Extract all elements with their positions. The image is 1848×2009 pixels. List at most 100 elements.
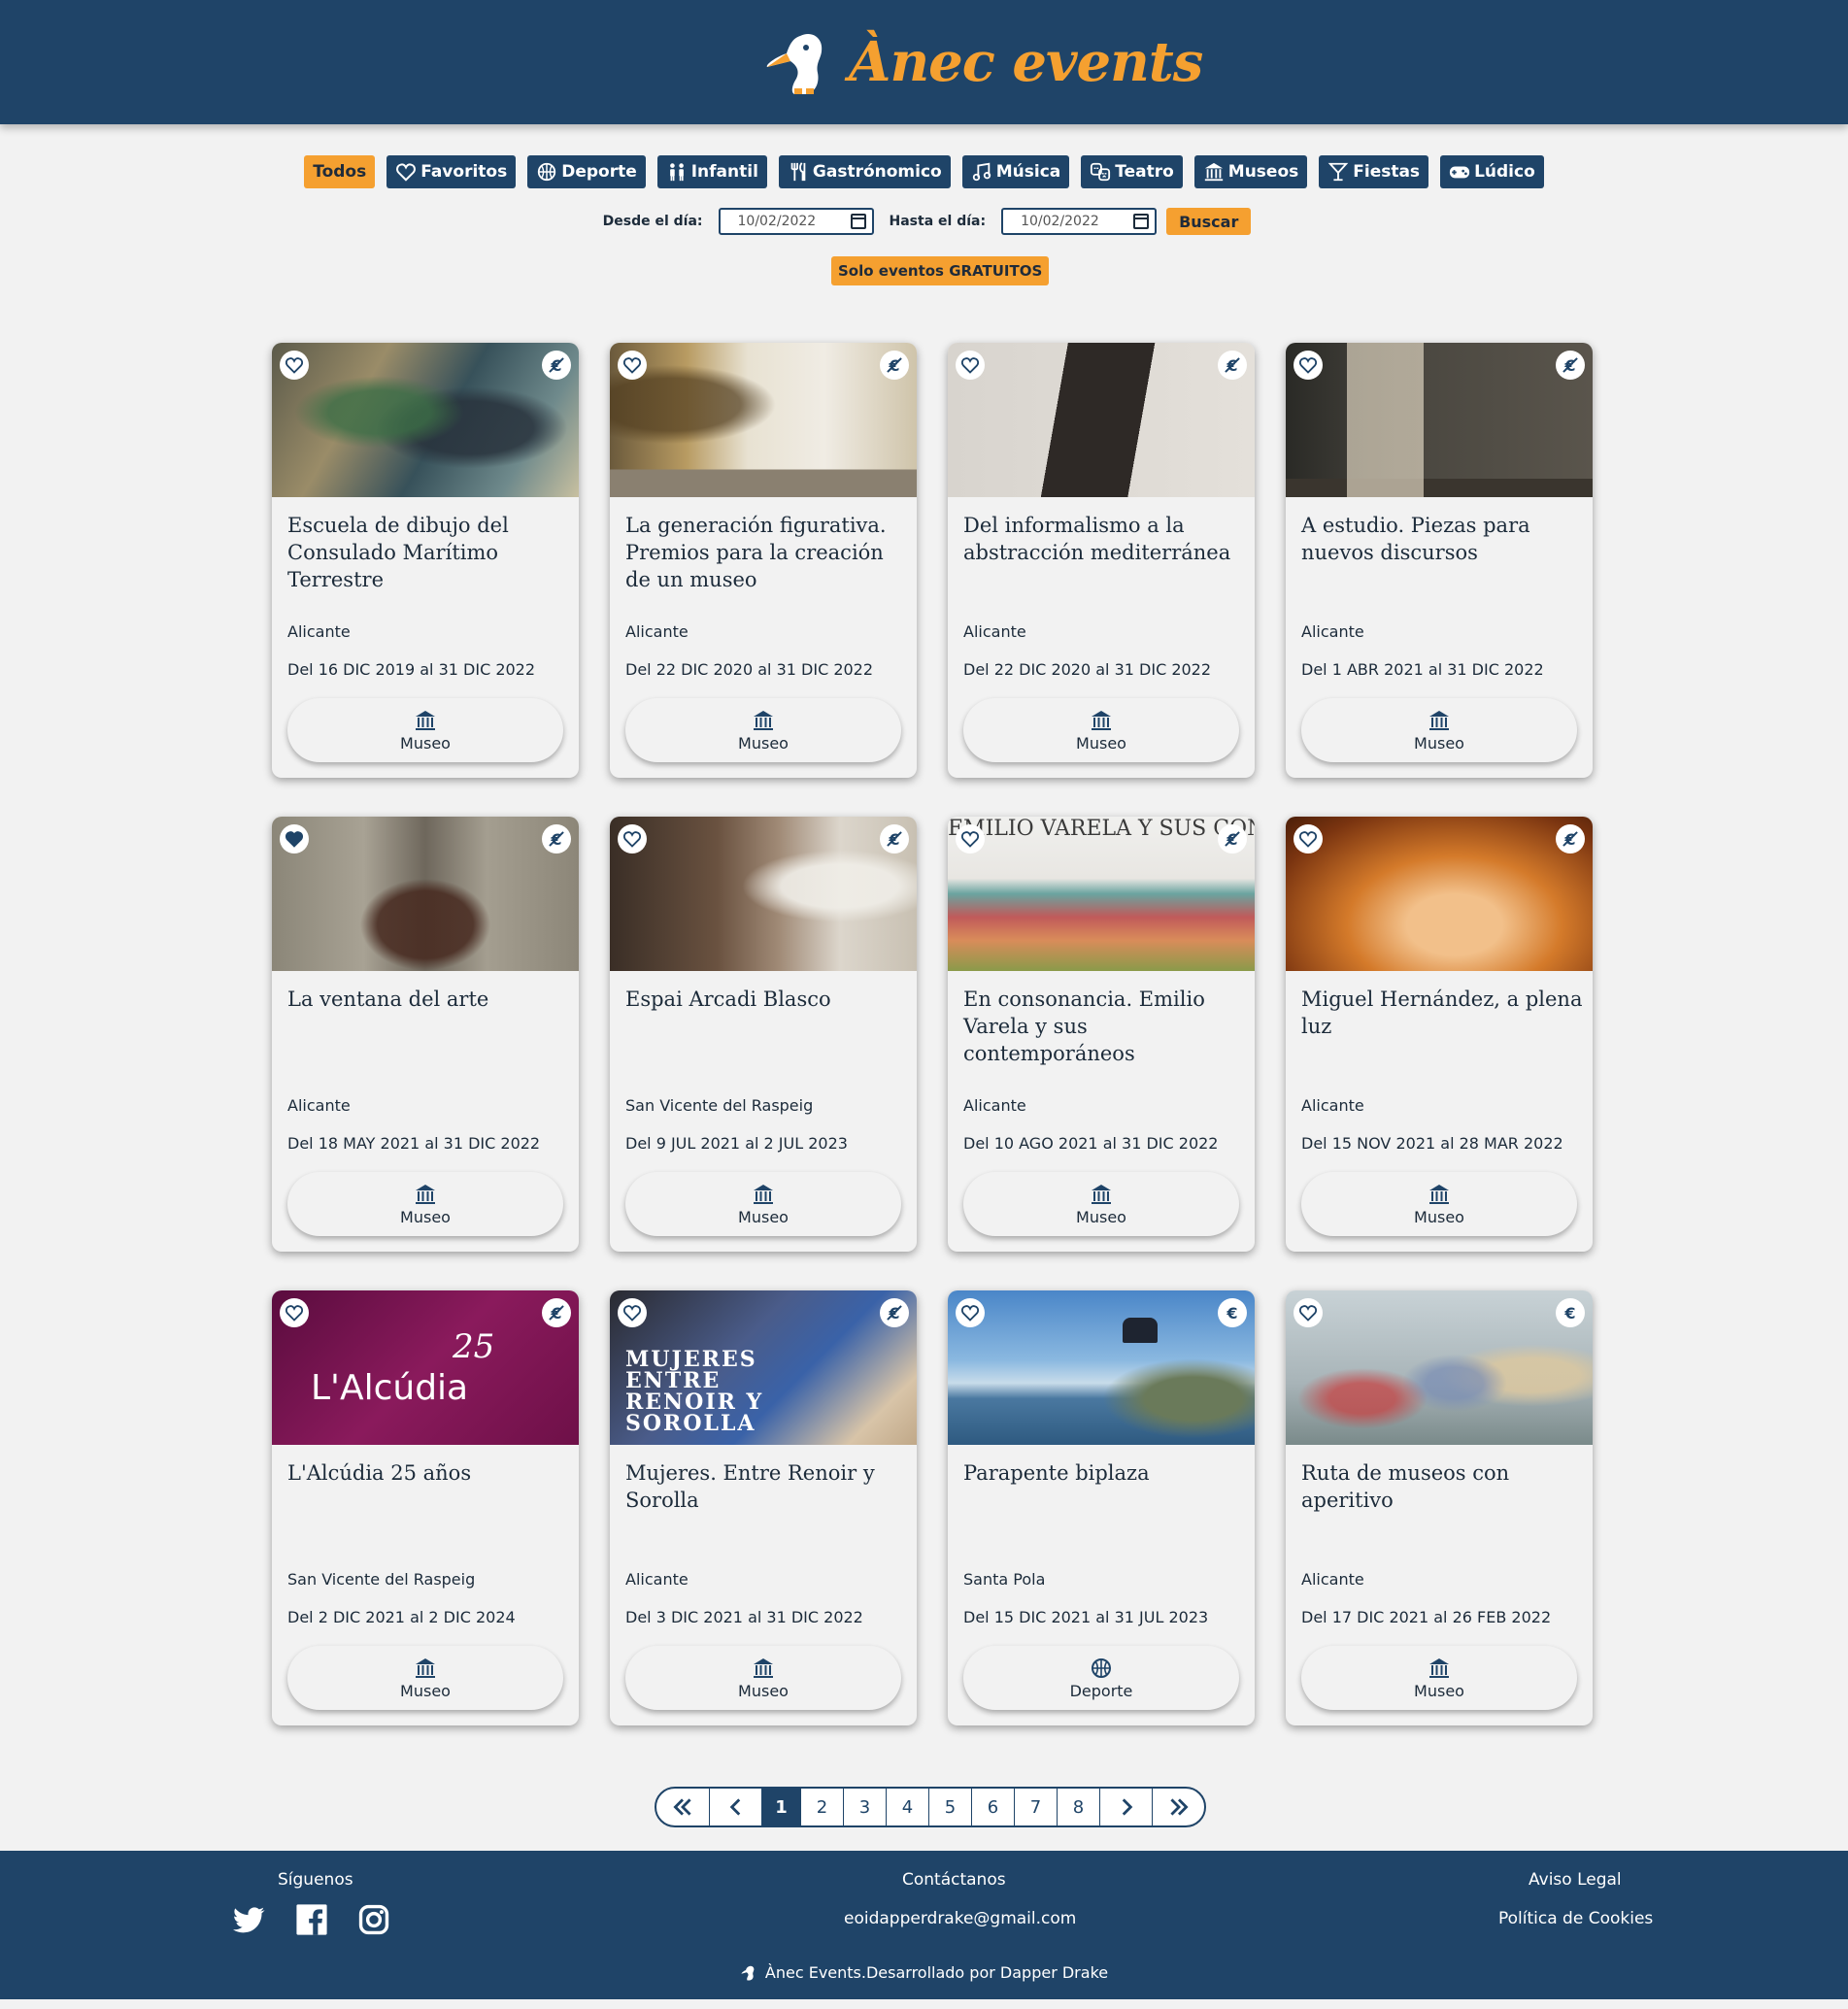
category-button[interactable]: Museo: [963, 698, 1239, 762]
page-button-current[interactable]: 1: [761, 1789, 800, 1825]
follow-heading: Síguenos: [278, 1870, 353, 1890]
favorite-button[interactable]: [280, 1298, 309, 1327]
page-button[interactable]: 6: [971, 1789, 1014, 1825]
legal-notice-link[interactable]: Aviso Legal: [1529, 1870, 1622, 1890]
from-date-value: 10/02/2022: [737, 214, 817, 229]
chip-ludico[interactable]: Lúdico: [1440, 155, 1544, 188]
heart-outline-icon: [1298, 1305, 1318, 1322]
favorite-button[interactable]: [1294, 824, 1323, 854]
heart-outline-icon: [622, 1305, 642, 1322]
event-title[interactable]: La generación figurativa. Premios para l…: [625, 512, 907, 593]
brand-logo[interactable]: Ànec events: [761, 23, 1203, 101]
event-title[interactable]: En consonancia. Emilio Varela y sus cont…: [963, 986, 1245, 1067]
free-euro-icon: €: [880, 351, 909, 380]
page-button[interactable]: 5: [928, 1789, 971, 1825]
favorite-button[interactable]: [1294, 351, 1323, 380]
event-title[interactable]: Escuela de dibujo del Consulado Marítimo…: [287, 512, 569, 593]
favorite-button[interactable]: [956, 1298, 985, 1327]
event-title[interactable]: Mujeres. Entre Renoir y Sorolla: [625, 1459, 907, 1514]
from-date-input[interactable]: 10/02/2022: [718, 208, 874, 235]
event-title[interactable]: Miguel Hernández, a plena luz: [1301, 986, 1583, 1040]
category-button[interactable]: Museo: [287, 1646, 563, 1710]
free-euro-icon: €: [1218, 824, 1247, 854]
event-card[interactable]: € Del informalismo a la abstracción medi…: [948, 343, 1255, 778]
next-page-button[interactable]: [1099, 1789, 1152, 1825]
event-title[interactable]: La ventana del arte: [287, 986, 569, 1013]
chip-teatro[interactable]: Teatro: [1081, 155, 1183, 188]
page-button[interactable]: 4: [886, 1789, 928, 1825]
event-card[interactable]: MUJERES ENTRE RENOIR Y SOROLLA € Mujeres…: [610, 1290, 917, 1725]
free-events-toggle[interactable]: Solo eventos GRATUITOS: [831, 256, 1050, 285]
chip-deporte[interactable]: Deporte: [527, 155, 646, 188]
category-button[interactable]: Museo: [287, 1172, 563, 1236]
page-button[interactable]: 2: [800, 1789, 843, 1825]
event-title[interactable]: Del informalismo a la abstracción medite…: [963, 512, 1245, 566]
event-title[interactable]: Ruta de museos con aperitivo: [1301, 1459, 1583, 1514]
category-button[interactable]: Museo: [625, 1172, 901, 1236]
cookies-policy-link[interactable]: Política de Cookies: [1498, 1909, 1653, 1928]
chip-fiestas[interactable]: Fiestas: [1319, 155, 1429, 188]
favorite-button[interactable]: [618, 1298, 647, 1327]
event-card[interactable]: € La generación figurativa. Premios para…: [610, 343, 917, 778]
event-card[interactable]: € Miguel Hernández, a plena luz Alicante…: [1286, 817, 1593, 1252]
event-city: Alicante: [1301, 1570, 1364, 1589]
free-euro-icon: €: [542, 1298, 571, 1327]
museum-icon: [1092, 1184, 1111, 1204]
category-button[interactable]: Museo: [1301, 698, 1577, 762]
page-button[interactable]: 8: [1057, 1789, 1099, 1825]
category-button[interactable]: Museo: [625, 1646, 901, 1710]
event-title[interactable]: Parapente biplaza: [963, 1459, 1245, 1487]
heart-outline-icon: [960, 357, 980, 374]
chip-musica[interactable]: Música: [961, 155, 1070, 188]
search-button[interactable]: Buscar: [1166, 208, 1252, 235]
event-title[interactable]: Espai Arcadi Blasco: [625, 986, 907, 1013]
category-label: Museo: [1414, 1207, 1464, 1226]
duck-logo-icon: [741, 1965, 755, 1980]
chevron-left-icon: [729, 1798, 740, 1816]
first-page-button[interactable]: [656, 1789, 709, 1825]
to-date-input[interactable]: 10/02/2022: [1001, 208, 1158, 235]
chip-infantil[interactable]: Infantil: [656, 155, 767, 188]
facebook-icon[interactable]: [295, 1903, 328, 1936]
category-button[interactable]: Museo: [1301, 1172, 1577, 1236]
event-card[interactable]: EMILIO VARELA Y SUS CONTEMPORÁNEOS € En …: [948, 817, 1255, 1252]
event-card[interactable]: € Parapente biplaza Santa Pola Del 15 DI…: [948, 1290, 1255, 1725]
category-button[interactable]: Museo: [963, 1172, 1239, 1236]
twitter-icon[interactable]: [233, 1903, 266, 1936]
event-card[interactable]: € Escuela de dibujo del Consulado Maríti…: [272, 343, 579, 778]
event-title[interactable]: A estudio. Piezas para nuevos discursos: [1301, 512, 1583, 566]
calendar-icon[interactable]: [850, 214, 866, 229]
favorite-button[interactable]: [280, 824, 309, 854]
favorite-button[interactable]: [956, 351, 985, 380]
chip-favoritos[interactable]: Favoritos: [386, 155, 517, 188]
chip-todos[interactable]: Todos: [304, 155, 376, 188]
event-card[interactable]: € Espai Arcadi Blasco San Vicente del Ra…: [610, 817, 917, 1252]
event-card[interactable]: € Ruta de museos con aperitivo Alicante …: [1286, 1290, 1593, 1725]
event-image: [948, 343, 1255, 497]
category-button[interactable]: Museo: [625, 698, 901, 762]
chip-label: Infantil: [690, 162, 758, 182]
last-page-button[interactable]: [1152, 1789, 1204, 1825]
calendar-icon[interactable]: [1133, 214, 1150, 229]
event-card[interactable]: € La ventana del arte Alicante Del 18 MA…: [272, 817, 579, 1252]
prev-page-button[interactable]: [709, 1789, 761, 1825]
event-card[interactable]: € A estudio. Piezas para nuevos discurso…: [1286, 343, 1593, 778]
favorite-button[interactable]: [618, 824, 647, 854]
category-button[interactable]: Museo: [1301, 1646, 1577, 1710]
page-button[interactable]: 7: [1014, 1789, 1057, 1825]
favorite-button[interactable]: [280, 351, 309, 380]
contact-email-link[interactable]: eoidapperdrake@gmail.com: [844, 1909, 1076, 1928]
instagram-icon[interactable]: [357, 1903, 390, 1936]
favorite-button[interactable]: [618, 351, 647, 380]
brand-title: Ànec events: [849, 30, 1203, 94]
chip-gastronomico[interactable]: Gastrónomico: [778, 155, 951, 188]
museum-icon: [1429, 710, 1449, 730]
favorite-button[interactable]: [956, 824, 985, 854]
page-button[interactable]: 3: [843, 1789, 886, 1825]
chip-museos[interactable]: Museos: [1193, 155, 1308, 188]
category-button[interactable]: Museo: [287, 698, 563, 762]
favorite-button[interactable]: [1294, 1298, 1323, 1327]
event-title[interactable]: L'Alcúdia 25 años: [287, 1459, 569, 1487]
category-button[interactable]: Deporte: [963, 1646, 1239, 1710]
event-card[interactable]: L'Alcúdia 25 € L'Alcúdia 25 años San Vic…: [272, 1290, 579, 1725]
